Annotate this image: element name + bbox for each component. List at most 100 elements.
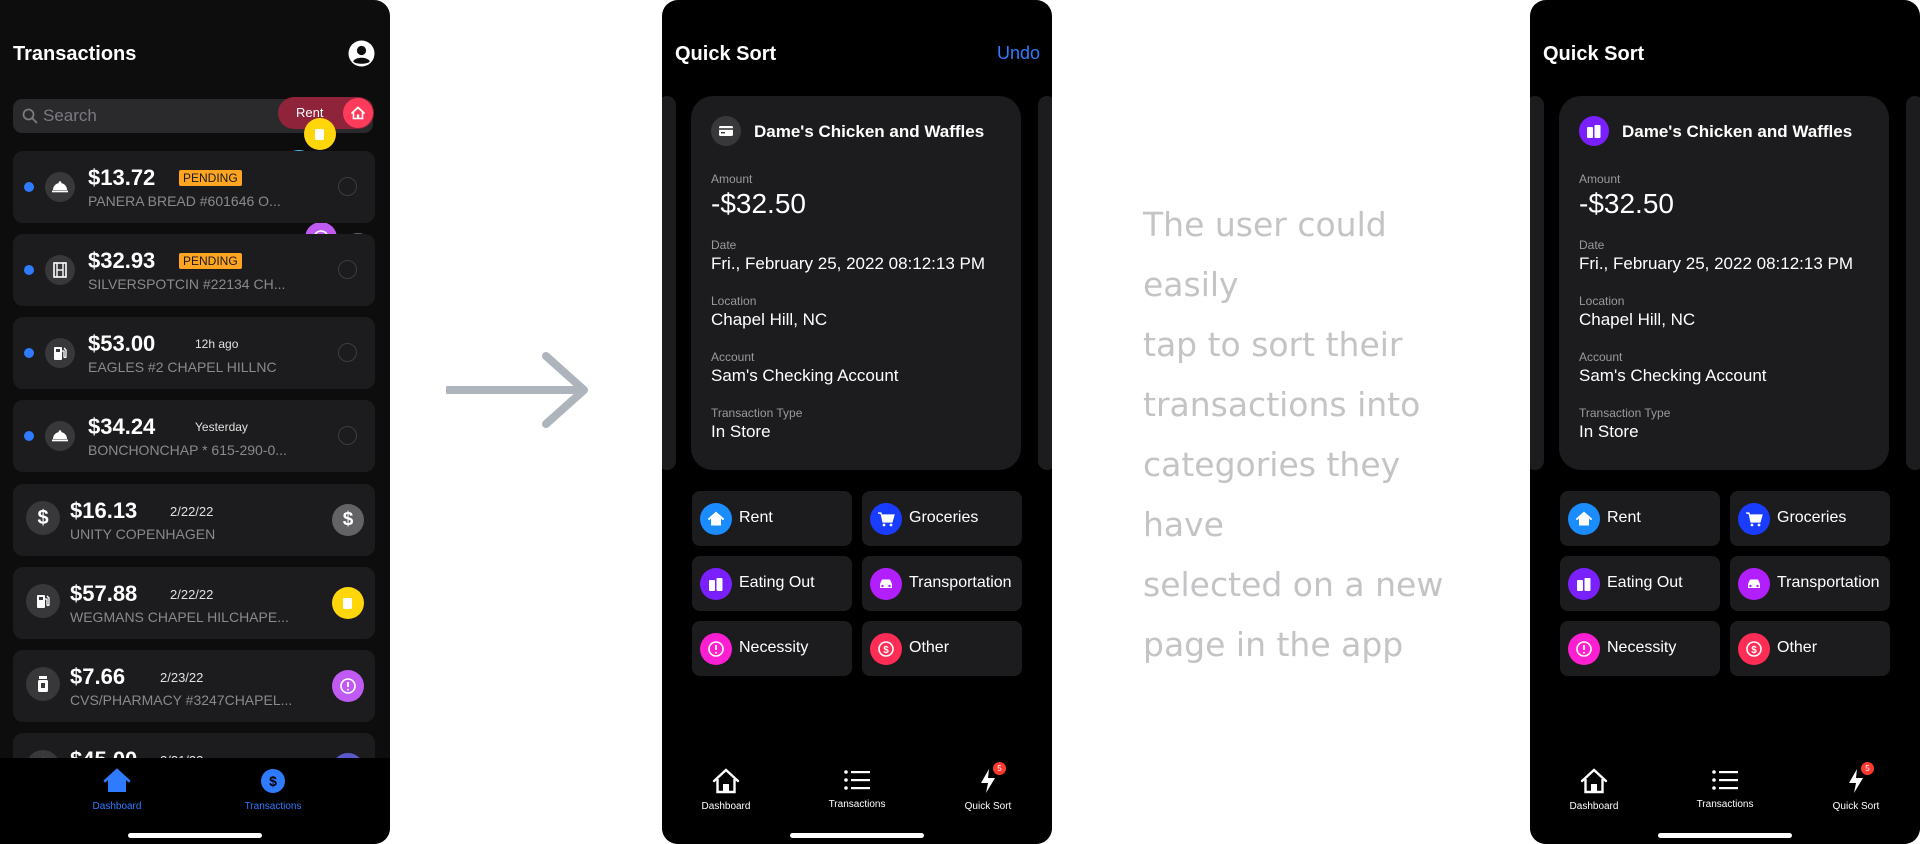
tab-dashboard[interactable]: Dashboard xyxy=(1539,768,1649,812)
transaction-merchant: PANERA BREAD #601646 O... xyxy=(88,193,281,209)
location-value: Chapel Hill, NC xyxy=(1579,310,1696,329)
caption-line: categories they have xyxy=(1143,445,1401,544)
location-label: Location xyxy=(1579,294,1625,308)
transaction-card[interactable]: Dame's Chicken and Waffles Amount -$32.5… xyxy=(1559,96,1889,470)
amount-label: Amount xyxy=(1579,172,1621,186)
select-radio[interactable] xyxy=(338,177,357,196)
tab-label: Quick Sort xyxy=(964,801,1012,812)
transaction-row[interactable]: $7.66 2/23/22 CVS/PHARMACY #3247CHAPEL..… xyxy=(13,650,375,722)
home-indicator[interactable] xyxy=(1658,833,1792,838)
category-label: Groceries xyxy=(909,509,979,526)
transaction-date: 2/22/22 xyxy=(170,587,214,602)
category-other-button[interactable]: $ Other xyxy=(1730,621,1890,676)
undo-button[interactable]: Undo xyxy=(997,43,1040,64)
home-icon xyxy=(1568,503,1600,535)
home-indicator[interactable] xyxy=(790,833,924,838)
previous-card[interactable] xyxy=(662,96,676,470)
caption-line: transactions into xyxy=(1143,385,1421,424)
home-icon xyxy=(712,768,740,794)
category-necessity-button[interactable]: Necessity xyxy=(1560,621,1720,676)
select-radio[interactable] xyxy=(338,426,357,445)
select-radio[interactable] xyxy=(338,343,357,362)
tab-dashboard[interactable]: Dashboard xyxy=(671,768,781,812)
quick-sort-screen: Quick Sort Undo Dame's Chicken and Waffl… xyxy=(662,0,1052,844)
groceries-category-icon[interactable] xyxy=(332,587,364,619)
transaction-row[interactable]: $ $16.13 2/22/22 UNITY COPENHAGEN $ xyxy=(13,484,375,556)
transaction-card[interactable]: Dame's Chicken and Waffles Amount -$32.5… xyxy=(691,96,1021,470)
other-category-icon[interactable]: $ xyxy=(332,504,364,536)
takeout-icon xyxy=(700,568,732,600)
category-label: Transportation xyxy=(909,574,1012,591)
category-label: Rent xyxy=(739,509,773,526)
category-rent-button[interactable]: Rent xyxy=(692,491,852,546)
type-value: In Store xyxy=(711,422,771,441)
transaction-amount: $13.72 xyxy=(88,165,156,190)
tab-transactions[interactable]: $ Transactions xyxy=(223,768,323,812)
next-card[interactable] xyxy=(1038,96,1052,470)
search-icon xyxy=(22,108,38,124)
necessity-category-icon[interactable] xyxy=(332,670,364,702)
account-label: Account xyxy=(711,350,755,364)
type-value: In Store xyxy=(1579,422,1639,441)
tab-dashboard[interactable]: Dashboard xyxy=(67,768,167,812)
tab-quick-sort[interactable]: 5 Quick Sort xyxy=(1801,762,1911,812)
tab-bar: Dashboard $ Transactions xyxy=(0,758,390,844)
amount-value: -$32.50 xyxy=(1579,188,1674,219)
dollar-circle-icon: $ xyxy=(261,769,285,793)
category-transportation-button[interactable]: Transportation xyxy=(862,556,1022,611)
caption-line: page in the app xyxy=(1143,625,1404,664)
category-groceries-button[interactable]: Groceries xyxy=(862,491,1022,546)
notification-badge: 5 xyxy=(993,762,1006,775)
category-other-button[interactable]: $ Other xyxy=(862,621,1022,676)
category-transportation-button[interactable]: Transportation xyxy=(1730,556,1890,611)
category-label: Transportation xyxy=(1777,574,1880,591)
cloche-icon xyxy=(45,421,75,451)
category-eating-out-button[interactable]: Eating Out xyxy=(692,556,852,611)
tab-transactions[interactable]: Transactions xyxy=(802,768,912,810)
transaction-amount: $34.24 xyxy=(88,414,156,439)
cart-icon xyxy=(870,503,902,535)
quick-sort-screen: Quick Sort Dame's Chicken and Waffles Am… xyxy=(1530,0,1920,844)
transaction-row[interactable]: $53.00 12h ago EAGLES #2 CHAPEL HILLNC xyxy=(13,317,375,389)
transaction-row[interactable]: $32.93 PENDING SILVERSPOTCIN #22134 CH..… xyxy=(13,234,375,306)
select-radio[interactable] xyxy=(338,260,357,279)
transaction-date: 2/23/22 xyxy=(160,670,204,685)
notification-badge: 5 xyxy=(1861,762,1874,775)
account-value: Sam's Checking Account xyxy=(711,366,899,385)
category-label: Other xyxy=(909,639,950,656)
category-necessity-button[interactable]: Necessity xyxy=(692,621,852,676)
tab-quick-sort[interactable]: 5 Quick Sort xyxy=(933,762,1043,812)
date-value: Fri., February 25, 2022 08:12:13 PM xyxy=(711,254,986,273)
transaction-time: Yesterday xyxy=(195,420,248,434)
tab-transactions[interactable]: Transactions xyxy=(1670,768,1780,810)
transaction-row[interactable]: $13.72 PENDING PANERA BREAD #601646 O... xyxy=(13,151,375,223)
previous-card[interactable] xyxy=(1530,96,1544,470)
car-icon xyxy=(1738,568,1770,600)
home-icon xyxy=(343,98,373,128)
transaction-merchant: WEGMANS CHAPEL HILCHAPE... xyxy=(70,609,289,625)
cloche-icon xyxy=(45,172,75,202)
dollar-icon: $ xyxy=(870,633,902,665)
transaction-row[interactable]: $57.88 2/22/22 WEGMANS CHAPEL HILCHAPE..… xyxy=(13,567,375,639)
type-label: Transaction Type xyxy=(711,406,803,420)
transaction-time: 12h ago xyxy=(195,337,239,351)
status-badge: PENDING xyxy=(179,253,242,269)
arrow-right-icon xyxy=(446,352,588,428)
next-card[interactable] xyxy=(1906,96,1920,470)
account-icon[interactable] xyxy=(348,40,375,67)
category-eating-out-button[interactable]: Eating Out xyxy=(1560,556,1720,611)
date-label: Date xyxy=(1579,238,1605,252)
category-groceries-button[interactable]: Groceries xyxy=(1730,491,1890,546)
transaction-row[interactable]: $34.24 Yesterday BONCHONCHAP * 615-290-0… xyxy=(13,400,375,472)
category-rent-button[interactable]: Rent xyxy=(1560,491,1720,546)
tab-label: Dashboard xyxy=(1569,801,1619,812)
account-value: Sam's Checking Account xyxy=(1579,366,1767,385)
page-title: Quick Sort xyxy=(675,43,777,65)
home-indicator[interactable] xyxy=(128,833,262,838)
film-icon xyxy=(45,255,75,285)
car-icon xyxy=(870,568,902,600)
location-label: Location xyxy=(711,294,757,308)
home-icon xyxy=(1580,768,1608,794)
category-label: Eating Out xyxy=(739,574,815,591)
groceries-bubble-icon[interactable] xyxy=(304,118,336,150)
